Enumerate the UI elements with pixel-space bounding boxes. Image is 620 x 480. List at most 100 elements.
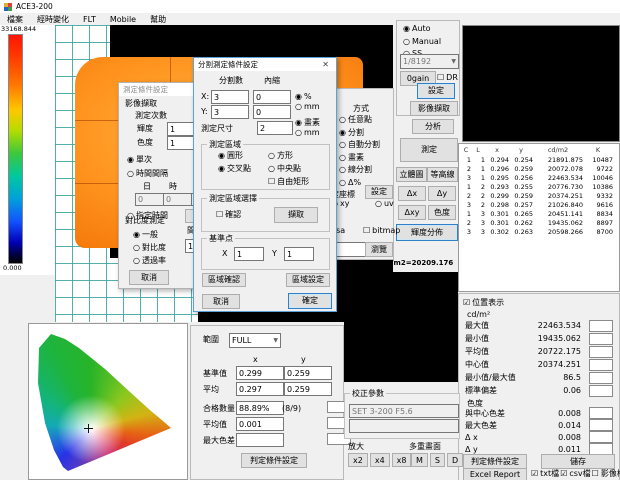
avg-y-field[interactable]: 0.259 bbox=[284, 382, 332, 396]
menu-bar: 檔案經時變化FLTMobile幫助 bbox=[0, 13, 620, 25]
save-button[interactable]: 儲存 bbox=[541, 454, 615, 469]
transmittance-radio[interactable]: 透過率 bbox=[133, 256, 166, 266]
table-cell: 20072.078 bbox=[533, 165, 583, 174]
shutter-select[interactable]: 1/8192▼ bbox=[400, 54, 459, 69]
delta-x-button[interactable]: Δx bbox=[398, 186, 426, 201]
image-capture-button[interactable]: 影像擷取 bbox=[410, 101, 458, 116]
freerect-checkbox[interactable]: 自由矩形 bbox=[268, 177, 309, 187]
calibration-line2 bbox=[349, 419, 459, 433]
multi-screen-label: 多重畫面 bbox=[409, 443, 441, 452]
dialog-title-bar[interactable]: 分割測定條件設定 ✕ bbox=[194, 58, 336, 71]
x-divisions-field[interactable]: 3 bbox=[211, 90, 249, 104]
table-row: 320.2980.25721026.8409616 bbox=[459, 201, 619, 210]
circle-radio[interactable]: 圓形 bbox=[218, 151, 243, 161]
output-format-checkbox[interactable]: txt檔 bbox=[531, 469, 559, 479]
browse-button[interactable]: 瀏覽 bbox=[365, 242, 393, 257]
menu-item[interactable]: Mobile bbox=[103, 15, 143, 24]
judge-condition-button[interactable]: 判定條件設定 bbox=[241, 453, 307, 468]
size-label: 測定尺寸 bbox=[201, 125, 233, 134]
cross-radio[interactable]: 交叉點 bbox=[218, 164, 251, 174]
area-group-label: 測定區域 bbox=[207, 139, 243, 150]
y-divisions-field[interactable]: 3 bbox=[211, 105, 249, 119]
measure-button[interactable]: 測定 bbox=[400, 138, 458, 162]
close-icon[interactable]: ✕ bbox=[319, 60, 332, 69]
area-confirm-button[interactable]: 區域確認 bbox=[202, 273, 246, 287]
exposure-mode-radio[interactable]: Auto bbox=[403, 24, 457, 34]
magnify-button[interactable]: x2 bbox=[348, 453, 368, 467]
square-radio[interactable]: 方形 bbox=[268, 151, 293, 161]
center-radio[interactable]: 中央點 bbox=[268, 164, 301, 174]
set-button[interactable]: 設定 bbox=[417, 83, 455, 99]
confirm-checkbox[interactable]: 確認 bbox=[216, 210, 241, 220]
delta-y-button[interactable]: Δy bbox=[428, 186, 456, 201]
output-checks: txt檔csv檔影像檔 bbox=[531, 469, 620, 479]
chroma-label: 色度 bbox=[137, 139, 153, 148]
menu-item[interactable]: 檔案 bbox=[0, 14, 30, 25]
excel-report-button[interactable]: Excel Report bbox=[463, 468, 527, 480]
size-field[interactable]: 2 bbox=[257, 121, 293, 135]
chroma-button[interactable]: 色度 bbox=[428, 205, 456, 220]
mm-radio[interactable]: mm bbox=[295, 102, 320, 112]
method-option-radio[interactable]: 自動分割 bbox=[339, 140, 391, 150]
cancel-button[interactable]: 取消 bbox=[129, 270, 169, 285]
area-select-label: 測定區域選擇 bbox=[207, 193, 259, 204]
method-option-radio[interactable]: 畫素 bbox=[339, 153, 391, 163]
multi-screen-button[interactable]: S bbox=[430, 453, 445, 467]
delta-xy-button[interactable]: Δxy bbox=[398, 205, 426, 220]
multi-screen-button[interactable]: M bbox=[411, 453, 428, 467]
ref-y-field[interactable]: 1 bbox=[284, 247, 314, 261]
position-display-checkbox[interactable]: 位置表示 bbox=[463, 298, 504, 308]
uv-radio[interactable]: uv bbox=[375, 199, 394, 209]
bitmap-checkbox[interactable]: bitmap bbox=[363, 226, 400, 236]
menu-item[interactable]: 幫助 bbox=[143, 14, 173, 25]
y-inset-field[interactable]: 0 bbox=[253, 105, 291, 119]
result-table[interactable]: CLxycd/m2K110.2940.25421891.87510487210.… bbox=[458, 143, 620, 292]
multi-screen-button[interactable]: D bbox=[447, 453, 463, 467]
single-radio[interactable]: 單次 bbox=[127, 155, 152, 165]
title-bar[interactable]: ACE3-200 bbox=[0, 0, 620, 14]
pass-field: 88.89% bbox=[236, 401, 284, 415]
magnify-button[interactable]: x8 bbox=[392, 453, 412, 467]
cie-diagram[interactable] bbox=[28, 323, 188, 480]
table-cell: 8834 bbox=[583, 210, 613, 219]
magnify-button[interactable]: x4 bbox=[370, 453, 390, 467]
ref-x-field[interactable]: 0.299 bbox=[236, 366, 284, 380]
capture-area-button[interactable]: 擷取 bbox=[274, 207, 318, 223]
contrast-radio[interactable]: 對比度 bbox=[133, 243, 166, 253]
judge-condition-button[interactable]: 判定條件設定 bbox=[463, 454, 527, 469]
table-header-cell: C bbox=[461, 144, 471, 156]
ref-x-field[interactable]: 1 bbox=[234, 247, 264, 261]
area-set-button[interactable]: 區域設定 bbox=[286, 273, 330, 287]
judge-result-box bbox=[589, 346, 613, 358]
menu-item[interactable]: FLT bbox=[76, 15, 103, 24]
luminance-distribution-button[interactable]: 輝度分佈 bbox=[396, 224, 458, 241]
stereo-view-button[interactable]: 立體圖 bbox=[396, 167, 427, 182]
method-option-radio[interactable]: 線分割 bbox=[339, 165, 391, 175]
method-option-radio[interactable]: 任意點 bbox=[339, 115, 391, 125]
contour-button[interactable]: 等高線 bbox=[427, 167, 458, 182]
exposure-mode-radio[interactable]: Manual bbox=[403, 37, 457, 47]
ref-y-field[interactable]: 0.259 bbox=[284, 366, 332, 380]
split-condition-dialog[interactable]: 分割測定條件設定 ✕ 分割數 內縮 X: 3 0 Y: 3 0 % mm 測定尺… bbox=[193, 57, 337, 312]
ref-x-label: X bbox=[222, 250, 227, 259]
dr-checkbox[interactable]: DR bbox=[437, 73, 458, 83]
avg-x-field[interactable]: 0.297 bbox=[236, 382, 284, 396]
cancel-button[interactable]: 取消 bbox=[202, 294, 240, 309]
analyze-button[interactable]: 分析 bbox=[412, 119, 454, 134]
pixel-radio[interactable]: 畫素 bbox=[295, 118, 320, 128]
mm2-radio[interactable]: mm bbox=[295, 128, 320, 138]
method-set-button[interactable]: 設定 bbox=[365, 185, 393, 199]
interval-radio[interactable]: 時間間隔 bbox=[127, 169, 168, 179]
menu-item[interactable]: 經時變化 bbox=[30, 14, 76, 25]
output-format-checkbox[interactable]: csv檔 bbox=[560, 469, 590, 479]
general-radio[interactable]: 一般 bbox=[133, 230, 158, 240]
ok-button[interactable]: 確定 bbox=[288, 293, 332, 309]
method-option-radio[interactable]: 分割 bbox=[339, 128, 391, 138]
range-select[interactable]: FULL▼ bbox=[229, 333, 281, 348]
table-cell: 0.298 bbox=[485, 201, 509, 210]
cie-marker-icon bbox=[88, 424, 89, 433]
capture-group-label: 影像擷取 bbox=[125, 100, 157, 109]
x-inset-field[interactable]: 0 bbox=[253, 90, 291, 104]
output-format-checkbox[interactable]: 影像檔 bbox=[592, 469, 620, 479]
percent-radio[interactable]: % bbox=[295, 92, 312, 102]
